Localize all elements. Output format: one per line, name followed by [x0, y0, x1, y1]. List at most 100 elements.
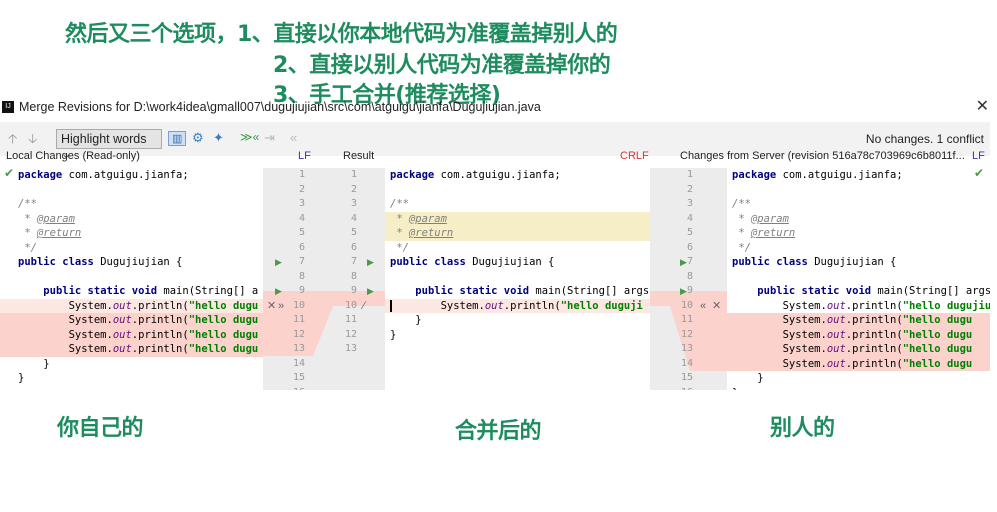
- code-line: System.out.println("hello dugu: [727, 356, 990, 371]
- line-number: 9: [298, 285, 305, 296]
- line-number: 14: [292, 357, 305, 369]
- code-line: /**: [727, 197, 990, 212]
- code-token: "hello dugu: [902, 328, 973, 341]
- line-number: 4: [298, 212, 305, 224]
- code-line: public class Dugujiujian {: [727, 255, 990, 270]
- code-token: System.: [18, 314, 113, 326]
- accept-left-conflict-icon[interactable]: »: [278, 299, 284, 314]
- code-token: "hello dugu: [188, 328, 259, 341]
- code-token: *: [390, 212, 409, 225]
- code-line: */: [727, 241, 990, 256]
- code-token: @return: [750, 227, 796, 239]
- code-token: public static void: [43, 285, 164, 297]
- code-token: public static void: [757, 285, 878, 297]
- left-line-separator[interactable]: LF: [298, 150, 311, 162]
- line-number: 3: [686, 198, 693, 209]
- line-number: 11: [680, 314, 693, 325]
- code-line: * @param: [385, 211, 650, 226]
- code-line: System.out.println("hello dugu: [727, 327, 990, 342]
- apply-non-conflicting-icon[interactable]: ≫«: [240, 130, 259, 144]
- code-token: @return: [408, 227, 454, 239]
- code-token: }: [732, 387, 738, 391]
- line-number: 7: [350, 256, 357, 267]
- code-token: *: [18, 212, 37, 225]
- apply-left-icon[interactable]: ⇥: [264, 130, 275, 146]
- code-token: out: [826, 299, 846, 312]
- apply-left-change-icon[interactable]: ▶: [275, 255, 282, 270]
- right-label: 别人的: [770, 416, 835, 441]
- left-gutter: 1234567891011121314151612345678910111213…: [263, 168, 385, 390]
- line-number: 12: [292, 328, 305, 340]
- code-token: System.: [732, 357, 827, 370]
- code-token: com.atguigu.jianfa;: [782, 169, 903, 181]
- line-number: 3: [298, 198, 305, 209]
- ignore-right-conflict-icon[interactable]: ✕: [712, 299, 721, 314]
- ignore-left-conflict-icon[interactable]: ✕: [267, 299, 276, 314]
- apply-change-icon[interactable]: ▶: [367, 284, 374, 299]
- side-by-side-icon[interactable]: ▥: [168, 131, 187, 146]
- code-line: /**: [0, 197, 263, 212]
- code-line: System.out.println("hello dugu: [727, 313, 990, 328]
- line-number: 13: [344, 343, 357, 354]
- code-line: package com.atguigu.jianfa;: [727, 168, 990, 183]
- code-token: @param: [408, 212, 447, 225]
- middle-label: 合并后的: [455, 419, 542, 444]
- code-line: package com.atguigu.jianfa;: [0, 168, 263, 183]
- line-number: 1: [350, 169, 357, 180]
- annotation-line-1: 然后又三个选项，1、直接以你本地代码为准覆盖掉别人的: [65, 22, 618, 47]
- code-token: out: [112, 299, 132, 312]
- line-number: 7: [298, 256, 305, 267]
- apply-change-icon[interactable]: ▶: [367, 255, 374, 270]
- title-bar: IJ Merge Revisions for D:\work4idea\gmal…: [0, 96, 997, 118]
- server-changes-editor[interactable]: package com.atguigu.jianfa;/** * @param …: [727, 168, 990, 390]
- code-token: @return: [36, 227, 82, 239]
- code-token: System.: [732, 314, 827, 326]
- apply-right-change-icon[interactable]: ▶: [680, 255, 687, 270]
- line-number: 15: [292, 372, 305, 383]
- line-number: 6: [350, 241, 357, 253]
- right-line-separator[interactable]: LF: [972, 150, 985, 162]
- line-number: 2: [686, 183, 693, 195]
- magic-resolve-icon[interactable]: ✦: [213, 130, 224, 146]
- close-icon[interactable]: ✕: [976, 96, 989, 116]
- apply-right-icon[interactable]: «: [290, 130, 297, 145]
- code-line: /**: [385, 197, 650, 212]
- code-line: * @param: [0, 212, 263, 227]
- code-token: .println(: [845, 343, 903, 355]
- code-token: public class: [732, 256, 815, 268]
- settings-gear-icon[interactable]: ⚙: [192, 130, 204, 146]
- code-token: .println(: [845, 328, 903, 341]
- line-number: 8: [350, 270, 357, 282]
- result-editor[interactable]: package com.atguigu.jianfa;/** * @param …: [385, 168, 650, 390]
- highlight-words-dropdown[interactable]: Highlight words ⌄: [56, 129, 162, 161]
- resolve-conflict-icon[interactable]: ⁄: [363, 299, 365, 314]
- window-title: Merge Revisions for D:\work4idea\gmall00…: [19, 100, 541, 114]
- apply-left-change-icon[interactable]: ▶: [275, 284, 282, 299]
- code-line: }: [727, 371, 990, 386]
- line-number: 8: [298, 270, 305, 282]
- right-gutter: 12345678910111213141516▶▶«✕: [650, 168, 727, 390]
- code-line: System.out.println("hello dugu: [0, 327, 263, 342]
- left-pane-header: Local Changes (Read-only): [6, 150, 140, 162]
- highlight-label: Highlight words: [61, 132, 147, 146]
- prev-difference-icon[interactable]: 🡡: [8, 130, 17, 152]
- local-changes-editor[interactable]: package com.atguigu.jianfa;/** * @param …: [0, 168, 263, 390]
- code-token: "hello duguji: [560, 299, 643, 312]
- next-difference-icon[interactable]: 🡣: [28, 130, 37, 152]
- code-token: .println(: [845, 357, 903, 370]
- apply-right-change-icon[interactable]: ▶: [680, 284, 687, 299]
- code-token: out: [484, 299, 504, 312]
- accept-right-conflict-icon[interactable]: «: [700, 299, 706, 314]
- code-token: */: [18, 241, 37, 254]
- result-line-separator[interactable]: CRLF: [620, 150, 649, 162]
- code-token: package: [18, 169, 69, 181]
- code-line: public static void main(String[] args: [385, 284, 650, 299]
- code-line: System.out.println("hello dugu: [0, 342, 263, 357]
- code-line: System.out.println("hello duguji: [385, 298, 650, 313]
- code-token: .println(: [131, 314, 189, 326]
- code-token: .println(: [131, 328, 189, 341]
